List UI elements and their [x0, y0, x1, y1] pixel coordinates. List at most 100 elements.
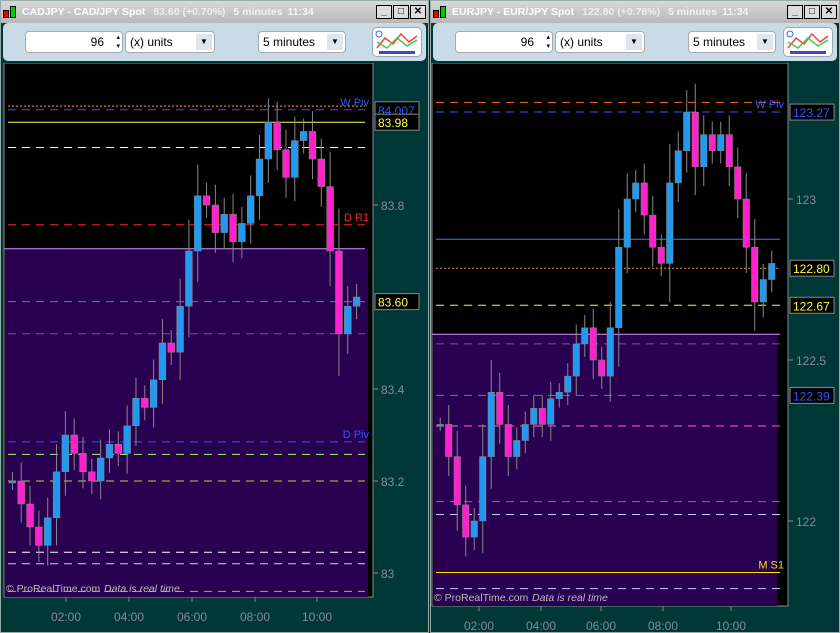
- candle: [538, 408, 546, 425]
- close-icon[interactable]: ✕: [410, 5, 426, 19]
- candle: [291, 140, 299, 178]
- minimize-icon[interactable]: _: [787, 5, 803, 19]
- candle: [8, 480, 17, 484]
- x-tick-label: 10:00: [302, 610, 332, 624]
- price-tag: 122.67: [793, 299, 830, 313]
- title-bar: EURJPY - EUR/JPY Spot 122.80 (+0.78%) 5 …: [431, 1, 839, 23]
- x-tick-label: 06:00: [177, 610, 207, 624]
- candle: [581, 327, 589, 345]
- y-tick-label: 122: [796, 515, 816, 529]
- price-chart[interactable]: W Piv 123.27 122.80 122.67 122.39 M S1 122 122.…: [431, 63, 839, 632]
- candle: [317, 158, 325, 187]
- close-icon[interactable]: ✕: [821, 5, 837, 19]
- period-label: 5 minutes: [263, 35, 316, 49]
- candle: [547, 398, 555, 425]
- period-label: 5 minutes: [693, 35, 746, 49]
- candle: [70, 434, 78, 454]
- level-label: D Piv: [343, 429, 370, 441]
- candle: [462, 504, 470, 538]
- candle: [123, 425, 131, 454]
- period-select[interactable]: 5 minutes ▼: [688, 31, 776, 53]
- candle: [158, 342, 167, 381]
- candle: [185, 250, 193, 307]
- price-chart[interactable]: W Piv84.00783.98D R183.60D Piv8383.283.4…: [1, 63, 428, 632]
- level-label: W Piv: [755, 99, 784, 111]
- candle: [326, 186, 334, 252]
- x-tick-label: 02:00: [51, 610, 81, 624]
- candle: [683, 111, 691, 151]
- price-tag: 122.80: [793, 262, 830, 276]
- toolbar: 96 ▴ ▾ (x) units ▼ 5 minutes ▼: [3, 23, 426, 61]
- maximize-icon[interactable]: □: [804, 5, 820, 19]
- candle: [202, 195, 211, 206]
- candle: [194, 195, 202, 252]
- x-tick-label: 02:00: [464, 619, 494, 632]
- candle: [708, 134, 716, 151]
- spinner-icon[interactable]: ▴ ▾: [546, 33, 550, 51]
- candle: [88, 471, 96, 482]
- window-title: EURJPY - EUR/JPY Spot: [452, 6, 575, 18]
- indicators-icon[interactable]: [783, 27, 833, 57]
- x-tick-label: 06:00: [586, 619, 616, 632]
- candle: [308, 131, 317, 160]
- candle: [496, 391, 504, 425]
- copyright: © ProRealTime.com: [434, 592, 529, 604]
- level-label: M S1: [758, 560, 784, 572]
- units-select[interactable]: (x) units ▼: [125, 31, 215, 53]
- units-select[interactable]: (x) units ▼: [555, 31, 645, 53]
- candle: [768, 263, 776, 280]
- candle: [513, 440, 521, 457]
- candle: [344, 305, 352, 335]
- maximize-icon[interactable]: □: [393, 5, 409, 19]
- minimize-icon[interactable]: _: [376, 5, 392, 19]
- dropdown-icon[interactable]: ▼: [196, 34, 212, 50]
- candle: [229, 213, 237, 243]
- x-tick-label: 04:00: [114, 610, 144, 624]
- spinner-icon[interactable]: ▴ ▾: [116, 33, 120, 51]
- y-tick-label: 123: [796, 193, 816, 207]
- level-label: D R1: [344, 212, 369, 224]
- dropdown-icon[interactable]: ▼: [757, 34, 773, 50]
- title-bar: CADJPY - CAD/JPY Spot 83.60 (+0.70%) 5 m…: [1, 1, 428, 23]
- candle: [632, 182, 640, 200]
- candle: [114, 443, 122, 454]
- candle: [606, 327, 614, 377]
- candle: [238, 223, 246, 243]
- candle: [211, 204, 220, 233]
- candle: [79, 453, 87, 473]
- candle: [521, 424, 529, 441]
- candle: [742, 198, 750, 248]
- candle: [299, 131, 308, 141]
- dropdown-icon[interactable]: ▼: [327, 34, 343, 50]
- cadjpy-window: CADJPY - CAD/JPY Spot 83.60 (+0.70%) 5 m…: [0, 0, 429, 633]
- candle: [44, 517, 52, 546]
- price-change: 122.80 (+0.78%): [582, 6, 661, 18]
- candle: [589, 327, 597, 361]
- clock: 11:34: [722, 6, 749, 18]
- clock: 11:34: [287, 6, 314, 18]
- candle: [572, 343, 580, 377]
- price-tag: 122.39: [793, 389, 830, 403]
- window-title: CADJPY - CAD/JPY Spot: [22, 6, 146, 18]
- units-label: (x) units: [130, 35, 173, 49]
- candle: [700, 134, 708, 168]
- candle: [17, 480, 25, 505]
- candle: [141, 397, 149, 408]
- y-tick-label: 83: [381, 567, 395, 581]
- candle: [657, 247, 665, 264]
- units-value: 96: [90, 35, 104, 49]
- candle: [352, 296, 361, 307]
- units-input[interactable]: 96 ▴ ▾: [455, 31, 553, 53]
- candle: [255, 158, 264, 197]
- price-tag: 83.98: [378, 116, 408, 130]
- units-value: 96: [520, 35, 534, 49]
- candle: [35, 526, 43, 546]
- indicators-icon[interactable]: [372, 27, 422, 57]
- realtime-note: Data is real time: [532, 592, 608, 604]
- dropdown-icon[interactable]: ▼: [626, 34, 642, 50]
- candle: [717, 134, 725, 151]
- candle: [674, 150, 682, 184]
- units-input[interactable]: 96 ▴ ▾: [25, 31, 123, 53]
- period-select[interactable]: 5 minutes ▼: [258, 31, 346, 53]
- candle: [615, 247, 623, 329]
